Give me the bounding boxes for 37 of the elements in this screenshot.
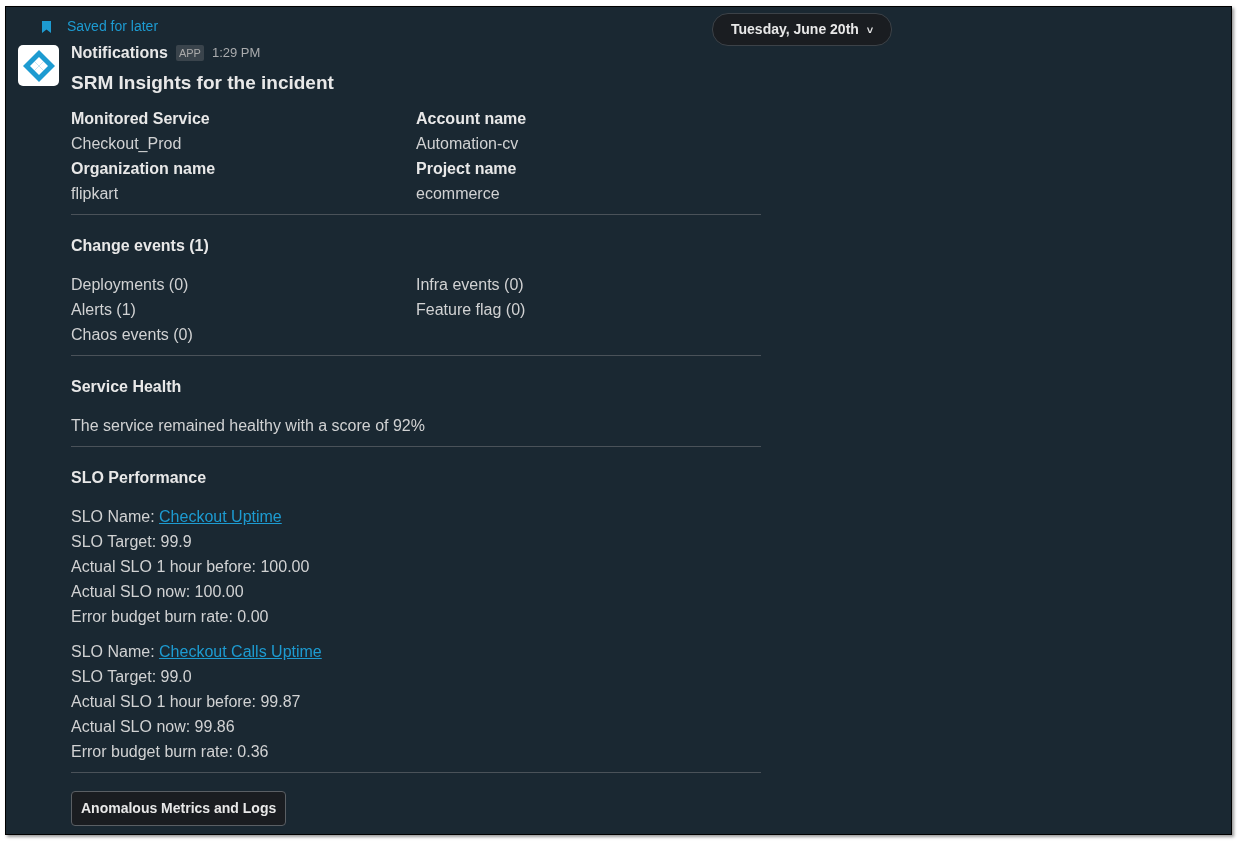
slo-detail: Actual SLO now: 100.00	[71, 581, 245, 602]
field-label: Project name	[416, 158, 518, 179]
slo-name-line: SLO Name: Checkout Uptime	[71, 506, 283, 527]
section-heading: SLO Performance	[71, 467, 208, 488]
slo-detail: SLO Target: 99.0	[71, 666, 193, 687]
slo-link[interactable]: Checkout Calls Uptime	[159, 642, 322, 660]
slo-detail: Error budget burn rate: 0.36	[71, 741, 270, 762]
field-label: Monitored Service	[71, 108, 211, 129]
field-value: Automation-cv	[416, 133, 520, 154]
field-value: ecommerce	[416, 183, 501, 204]
slo-detail: Actual SLO 1 hour before: 100.00	[71, 556, 311, 577]
timestamp[interactable]: 1:29 PM	[211, 43, 261, 63]
field-label: Organization name	[71, 158, 217, 179]
event-count: Feature flag (0)	[416, 299, 527, 320]
field-value: Checkout_Prod	[71, 133, 183, 154]
saved-label: Saved for later	[67, 17, 159, 36]
action-button[interactable]: Anomalous Metrics and Logs	[71, 790, 287, 826]
slo-name-line: SLO Name: Checkout Calls Uptime	[71, 641, 323, 662]
event-count: Alerts (1)	[71, 299, 137, 320]
event-count: Infra events (0)	[416, 274, 525, 295]
event-count: Chaos events (0)	[71, 324, 194, 345]
slo-detail: Actual SLO 1 hour before: 99.87	[71, 691, 302, 712]
section-heading: Service Health	[71, 376, 183, 397]
field-value: flipkart	[71, 183, 120, 204]
sender-name[interactable]: Notifications	[71, 41, 168, 65]
slo-detail: Error budget burn rate: 0.00	[71, 606, 270, 627]
app-badge: APP	[175, 44, 204, 62]
health-text: The service remained healthy with a score of 92%	[71, 415, 426, 436]
section-heading: Change events (1)	[71, 235, 210, 256]
date-picker-button[interactable]: Tuesday, June 20th ˅	[712, 13, 893, 46]
slo-detail: Actual SLO now: 99.86	[71, 716, 236, 737]
slo-detail: SLO Target: 99.9	[71, 531, 193, 552]
message-title: SRM Insights for the incident	[71, 71, 335, 95]
bookmark-icon	[42, 20, 51, 33]
slo-link[interactable]: Checkout Uptime	[159, 507, 282, 525]
field-label: Account name	[416, 108, 528, 129]
event-count: Deployments (0)	[71, 274, 190, 295]
